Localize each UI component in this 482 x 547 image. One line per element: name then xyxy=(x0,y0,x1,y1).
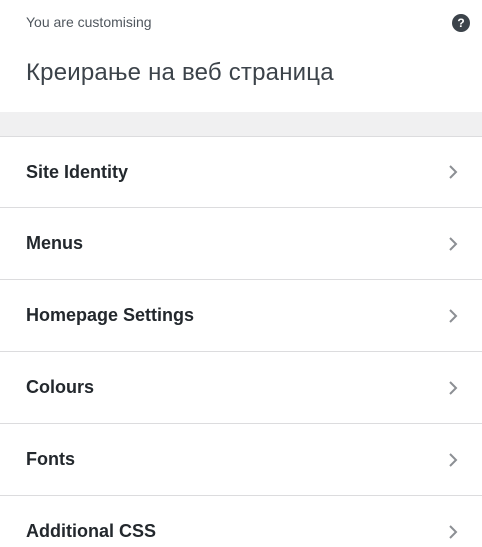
customising-label: You are customising xyxy=(26,14,152,30)
section-label: Colours xyxy=(26,377,95,397)
section-label: Fonts xyxy=(26,449,75,469)
section-label: Menus xyxy=(26,233,84,253)
chevron-right-icon xyxy=(449,380,458,395)
section-label: Additional CSS xyxy=(26,521,156,541)
question-mark-icon[interactable]: ? xyxy=(452,14,470,32)
section-label: Homepage Settings xyxy=(26,305,195,325)
section-fonts[interactable]: Fonts xyxy=(0,424,482,496)
section-menus[interactable]: Menus xyxy=(0,208,482,280)
chevron-right-icon xyxy=(449,236,458,251)
section-divider xyxy=(0,112,482,136)
site-title: Креирање на веб страница xyxy=(26,59,334,86)
section-additional-css[interactable]: Additional CSS xyxy=(0,496,482,547)
chevron-right-icon xyxy=(449,452,458,467)
customizer-header: You are customising ? Креирање на веб ст… xyxy=(0,0,482,112)
section-site-identity[interactable]: Site Identity xyxy=(0,136,482,208)
chevron-right-icon xyxy=(449,165,458,179)
section-homepage-settings[interactable]: Homepage Settings xyxy=(0,280,482,352)
section-colours[interactable]: Colours xyxy=(0,352,482,424)
chevron-right-icon xyxy=(449,308,458,323)
customizer-panel: You are customising ? Креирање на веб ст… xyxy=(0,0,482,547)
chevron-right-icon xyxy=(449,524,458,539)
section-label: Site Identity xyxy=(26,161,129,182)
customizer-sections: Site Identity Menus Homepage Settings Co… xyxy=(0,136,482,547)
